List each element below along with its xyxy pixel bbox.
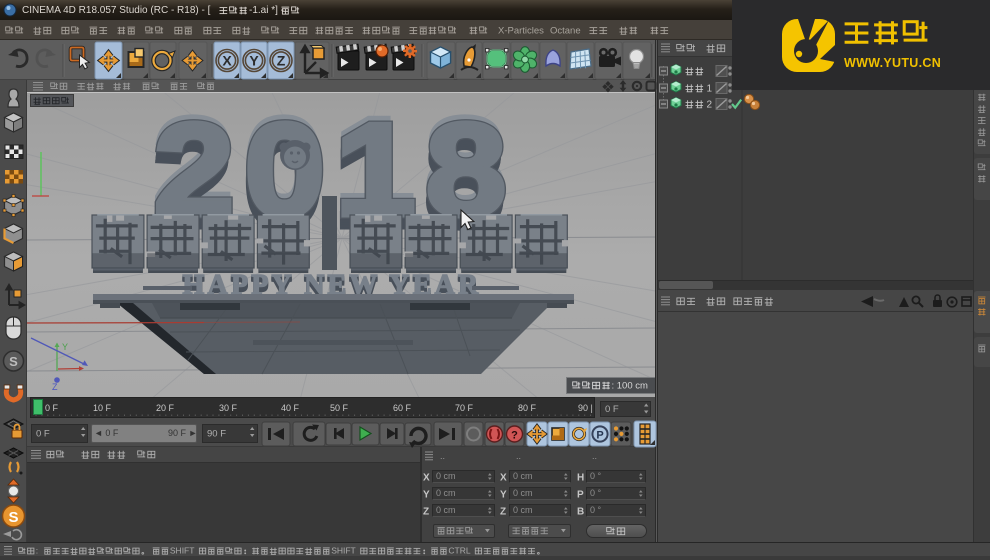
svg-text:Z: Z xyxy=(500,507,506,518)
svg-text:90 |: 90 | xyxy=(578,403,593,413)
svg-text:Z: Z xyxy=(423,507,429,518)
svg-text:-1.ai *] -: -1.ai *] - xyxy=(249,5,284,16)
svg-text:0 °: 0 ° xyxy=(590,505,602,515)
svg-text:70 F: 70 F xyxy=(455,403,474,413)
svg-text:Y: Y xyxy=(423,490,430,501)
svg-text:50 F: 50 F xyxy=(330,403,349,413)
svg-text:?: ? xyxy=(511,430,518,442)
svg-text::: : xyxy=(36,546,38,556)
svg-text:P: P xyxy=(596,430,603,442)
svg-text:2: 2 xyxy=(707,100,713,111)
svg-text:Octane: Octane xyxy=(550,25,581,36)
svg-text:0 cm: 0 cm xyxy=(513,505,533,515)
svg-text:0 cm: 0 cm xyxy=(436,488,456,498)
svg-text:SHIFT: SHIFT xyxy=(170,546,195,556)
svg-text:..: .. xyxy=(516,451,521,461)
svg-text:0 F: 0 F xyxy=(45,403,59,413)
svg-text:Y: Y xyxy=(500,490,507,501)
svg-text:0 F: 0 F xyxy=(36,428,50,439)
svg-text:..: .. xyxy=(440,451,445,461)
svg-text:0 °: 0 ° xyxy=(590,471,602,481)
svg-text:WWW.YUTU.CN: WWW.YUTU.CN xyxy=(844,56,941,70)
svg-text:90 F: 90 F xyxy=(207,428,226,439)
svg-text:20 F: 20 F xyxy=(156,403,175,413)
svg-text:80 F: 80 F xyxy=(518,403,537,413)
svg-text:CINEMA 4D R18.057 Studio (RC -: CINEMA 4D R18.057 Studio (RC - R18) - [ xyxy=(22,5,211,16)
svg-text:S: S xyxy=(8,509,18,526)
svg-text:X: X xyxy=(423,473,430,484)
svg-text:: 100 cm: : 100 cm xyxy=(612,380,649,391)
svg-text:10 F: 10 F xyxy=(93,403,112,413)
svg-text:0 cm: 0 cm xyxy=(513,471,533,481)
svg-text:0 cm: 0 cm xyxy=(436,471,456,481)
svg-text:CTRL: CTRL xyxy=(448,546,470,556)
svg-text:◄ 0 F: ◄ 0 F xyxy=(94,428,119,438)
svg-text:0 cm: 0 cm xyxy=(513,488,533,498)
svg-text:0 F: 0 F xyxy=(605,404,619,415)
svg-text:Y: Y xyxy=(249,53,259,69)
svg-text:0 cm: 0 cm xyxy=(436,505,456,515)
svg-text:X-Particles: X-Particles xyxy=(498,25,544,36)
svg-text:P: P xyxy=(577,490,584,501)
svg-text:S: S xyxy=(9,354,18,369)
svg-text:B: B xyxy=(577,507,584,518)
svg-text:30 F: 30 F xyxy=(219,403,238,413)
svg-text:SHIFT: SHIFT xyxy=(331,546,356,556)
svg-text:..: .. xyxy=(592,451,597,461)
svg-text:0 °: 0 ° xyxy=(590,488,602,498)
svg-text:40 F: 40 F xyxy=(281,403,300,413)
svg-text:Z: Z xyxy=(277,53,286,69)
svg-text:X: X xyxy=(500,473,507,484)
svg-text:1: 1 xyxy=(707,84,713,95)
svg-text:60 F: 60 F xyxy=(393,403,412,413)
svg-text:H: H xyxy=(577,473,584,484)
svg-text:90 F ►: 90 F ► xyxy=(168,428,197,438)
svg-text:X: X xyxy=(222,53,232,69)
